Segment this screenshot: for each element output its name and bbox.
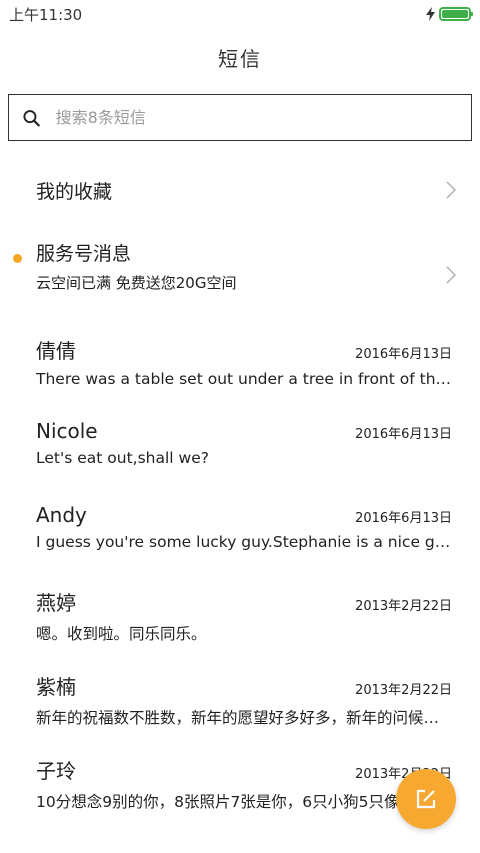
conversation-item[interactable]: 紫楠 2013年2月22日 新年的祝福数不胜数，新年的愿望好多好多，新年的问候送… — [0, 661, 480, 745]
battery-icon — [439, 7, 473, 21]
contact-name: 燕婷 — [36, 591, 76, 615]
contact-name: 紫楠 — [36, 675, 76, 699]
message-date: 2013年2月22日 — [355, 683, 452, 698]
contact-name: 子玲 — [36, 759, 76, 783]
unread-dot — [13, 254, 22, 263]
conversation-item[interactable]: 倩倩 2016年6月13日 There was a table set out … — [0, 325, 480, 409]
status-time: 上午11:30 — [9, 5, 83, 24]
search-icon — [23, 109, 40, 127]
search-bar[interactable] — [8, 94, 472, 141]
contact-name: 倩倩 — [36, 339, 76, 363]
message-preview: 10分想念9别的你，8张照片7张是你，6只小狗5只像你 — [36, 793, 416, 811]
service-messages-row[interactable]: 服务号消息 云空间已满 免费送您20G空间 — [0, 225, 480, 325]
lightning-icon — [426, 7, 435, 21]
status-bar: 上午11:30 — [0, 0, 480, 28]
message-preview: There was a table set out under a tree i… — [36, 370, 452, 388]
contact-name: Nicole — [36, 419, 98, 443]
conversation-item[interactable]: Nicole 2016年6月13日 Let's eat out,shall we… — [0, 409, 480, 493]
favorites-row[interactable]: 我的收藏 — [0, 155, 480, 225]
title-bar: 短信 — [0, 28, 480, 86]
message-preview: 嗯。收到啦。同乐同乐。 — [36, 625, 207, 643]
conversation-item[interactable]: Andy 2016年6月13日 I guess you're some luck… — [0, 493, 480, 577]
message-date: 2016年6月13日 — [355, 427, 452, 442]
page-title: 短信 — [218, 46, 262, 71]
service-preview: 云空间已满 免费送您20G空间 — [36, 274, 237, 292]
chevron-right-icon — [446, 181, 456, 199]
message-preview: Let's eat out,shall we? — [36, 449, 209, 467]
conversation-list: 我的收藏 服务号消息 云空间已满 免费送您20G空间 倩倩 2016年6月13日… — [0, 155, 480, 829]
contact-name: Andy — [36, 503, 87, 527]
search-input[interactable] — [55, 108, 457, 127]
compose-button[interactable] — [396, 769, 456, 829]
favorites-label: 我的收藏 — [36, 180, 113, 203]
conversation-item[interactable]: 燕婷 2013年2月22日 嗯。收到啦。同乐同乐。 — [0, 577, 480, 661]
message-date: 2013年2月22日 — [355, 599, 452, 614]
service-title: 服务号消息 — [36, 243, 132, 265]
battery-level — [442, 10, 468, 18]
message-date: 2016年6月13日 — [355, 347, 452, 362]
message-preview: I guess you're some lucky guy.Stephanie … — [36, 533, 452, 551]
message-preview: 新年的祝福数不胜数，新年的愿望好多好多，新年的问候送给你 — [36, 709, 452, 727]
compose-icon — [416, 789, 436, 809]
status-icons — [426, 7, 473, 21]
chevron-right-icon — [446, 266, 456, 284]
message-date: 2016年6月13日 — [355, 511, 452, 526]
